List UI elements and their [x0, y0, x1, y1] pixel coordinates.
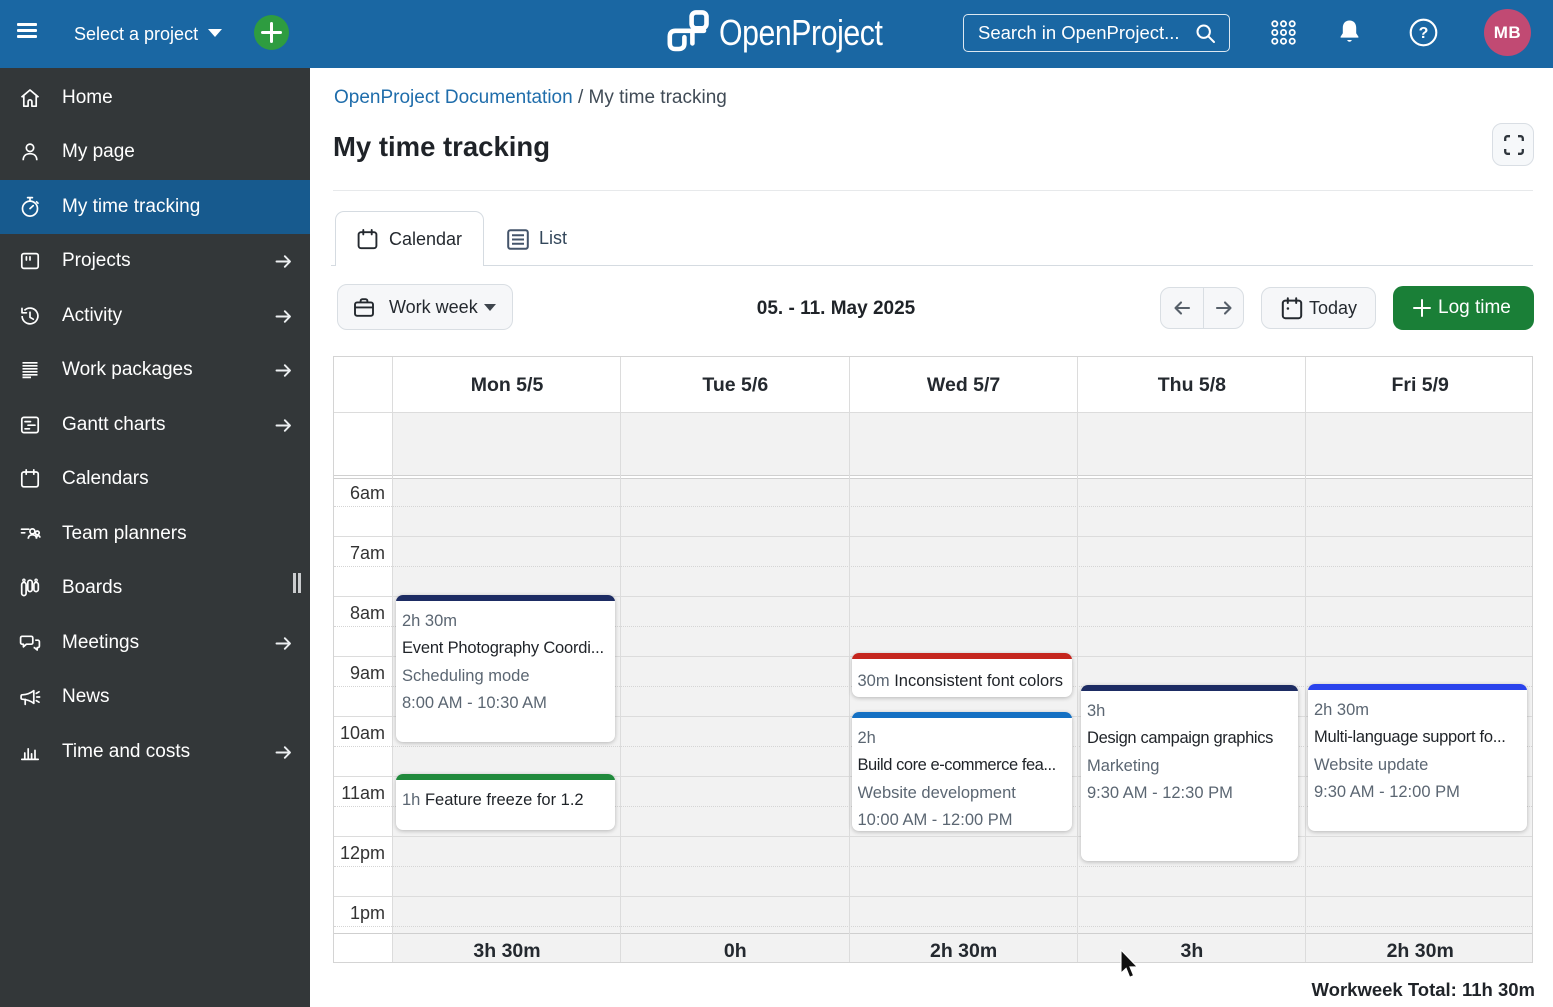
svg-text:?: ? — [1419, 25, 1429, 42]
